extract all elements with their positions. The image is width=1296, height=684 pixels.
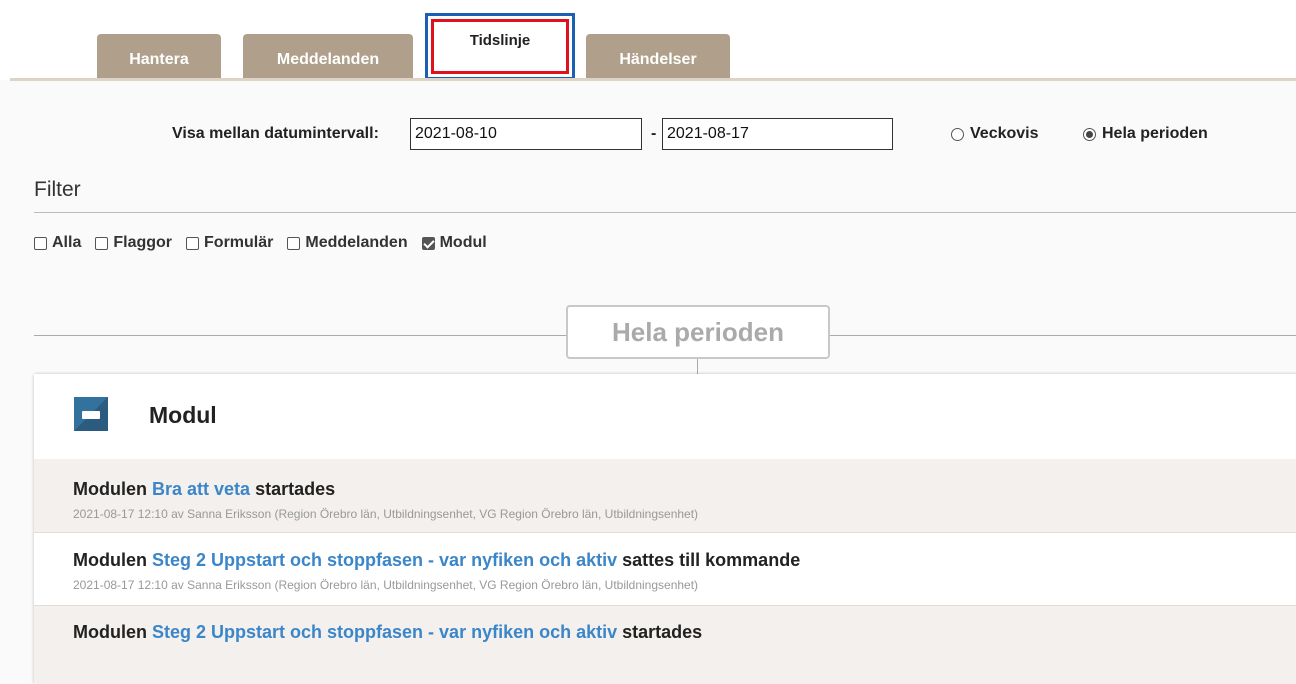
filter-alla[interactable]: Alla bbox=[34, 234, 81, 252]
module-link[interactable]: Bra att veta bbox=[152, 479, 250, 499]
checkbox-label: Meddelanden bbox=[305, 234, 408, 251]
tab-handelser[interactable]: Händelser bbox=[586, 34, 730, 78]
checkbox[interactable] bbox=[95, 236, 109, 250]
tab-bar: Hantera Meddelanden Tidslinje Händelser bbox=[0, 0, 1296, 81]
filter-flaggor[interactable]: Flaggor bbox=[95, 234, 172, 252]
checkbox-checked[interactable] bbox=[421, 236, 435, 250]
entry-prefix: Modulen bbox=[73, 479, 147, 499]
tab-tidslinje[interactable]: Tidslinje bbox=[425, 13, 575, 80]
timeline-entry: Modulen Bra att veta startades 2021-08-1… bbox=[34, 459, 1296, 532]
date-range-label: Visa mellan datumintervall: bbox=[172, 125, 379, 142]
radio-hela-perioden[interactable]: Hela perioden bbox=[1083, 125, 1208, 143]
radio-circle-selected bbox=[1083, 127, 1096, 141]
entry-prefix: Modulen bbox=[73, 622, 147, 642]
filter-options: Alla Flaggor Formulär Meddelanden Modul bbox=[34, 234, 487, 252]
timeline-stem bbox=[697, 359, 698, 374]
timeline-entry: Modulen Steg 2 Uppstart och stoppfasen -… bbox=[34, 606, 1296, 684]
filter-formular[interactable]: Formulär bbox=[186, 234, 273, 252]
module-icon bbox=[74, 397, 108, 431]
tab-label: Händelser bbox=[619, 51, 697, 68]
checkbox-label: Formulär bbox=[204, 234, 274, 251]
tab-label: Tidslinje bbox=[469, 32, 531, 49]
filter-modul[interactable]: Modul bbox=[421, 234, 487, 252]
entry-meta: 2021-08-17 12:10 av Sanna Eriksson (Regi… bbox=[73, 507, 699, 521]
checkbox-label: Alla bbox=[52, 234, 82, 251]
tab-label: Hantera bbox=[129, 51, 189, 68]
module-card-header: Modul bbox=[34, 374, 1296, 459]
filter-meddelanden[interactable]: Meddelanden bbox=[287, 234, 408, 252]
entry-title: Modulen Bra att veta startades bbox=[73, 479, 335, 500]
checkbox-label: Modul bbox=[439, 234, 487, 251]
filter-title: Filter bbox=[34, 178, 81, 201]
checkbox-label: Flaggor bbox=[113, 234, 173, 251]
entry-title: Modulen Steg 2 Uppstart och stoppfasen -… bbox=[73, 622, 702, 643]
date-to-input[interactable] bbox=[662, 118, 893, 150]
entry-title: Modulen Steg 2 Uppstart och stoppfasen -… bbox=[73, 550, 800, 571]
module-card: Modul Modulen Bra att veta startades 202… bbox=[34, 374, 1296, 684]
radio-circle bbox=[951, 127, 964, 141]
tab-underline bbox=[10, 78, 1296, 81]
tab-hantera[interactable]: Hantera bbox=[97, 34, 221, 78]
radio-label: Veckovis bbox=[970, 125, 1039, 142]
module-card-title: Modul bbox=[149, 402, 217, 428]
entry-prefix: Modulen bbox=[73, 550, 147, 570]
entry-suffix: startades bbox=[255, 479, 336, 499]
tab-label: Meddelanden bbox=[276, 51, 380, 68]
module-link[interactable]: Steg 2 Uppstart och stoppfasen - var nyf… bbox=[152, 550, 617, 570]
date-from-input[interactable] bbox=[410, 118, 642, 150]
period-marker: Hela perioden bbox=[566, 305, 830, 359]
checkbox[interactable] bbox=[287, 236, 301, 250]
entry-suffix: sattes till kommande bbox=[622, 550, 801, 570]
timeline-entry: Modulen Steg 2 Uppstart och stoppfasen -… bbox=[34, 533, 1296, 605]
filter-divider bbox=[34, 212, 1296, 213]
module-link[interactable]: Steg 2 Uppstart och stoppfasen - var nyf… bbox=[152, 622, 617, 642]
checkbox[interactable] bbox=[186, 236, 200, 250]
date-separator: - bbox=[651, 125, 657, 142]
checkbox[interactable] bbox=[34, 236, 47, 250]
entry-suffix: startades bbox=[622, 622, 703, 642]
radio-veckovis[interactable]: Veckovis bbox=[951, 125, 1039, 143]
tab-meddelanden[interactable]: Meddelanden bbox=[243, 34, 413, 78]
entry-meta: 2021-08-17 12:10 av Sanna Eriksson (Regi… bbox=[73, 578, 699, 592]
radio-label: Hela perioden bbox=[1102, 125, 1208, 142]
